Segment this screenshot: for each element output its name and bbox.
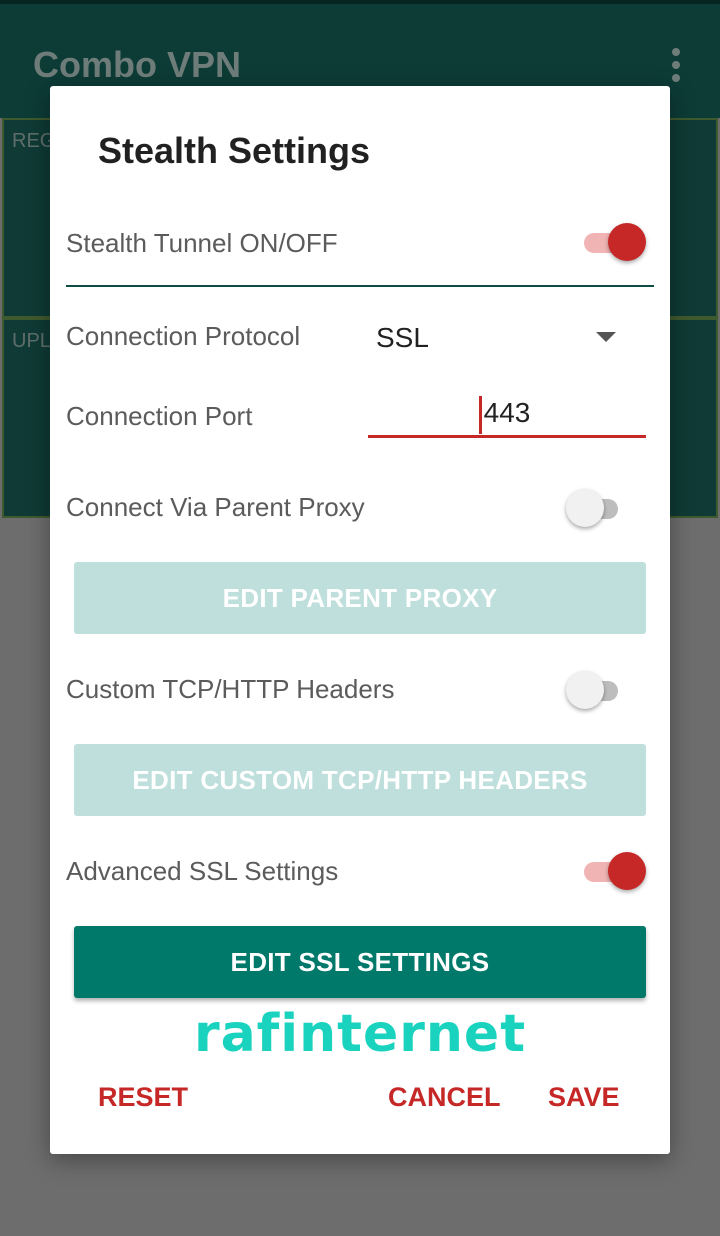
app-title: Combo VPN	[33, 44, 242, 85]
connection-protocol-label: Connection Protocol	[66, 321, 301, 351]
edit-ssl-settings-button[interactable]: EDIT SSL SETTINGS	[74, 926, 646, 998]
switch-thumb	[566, 671, 604, 709]
text-cursor	[479, 396, 482, 434]
parent-proxy-switch[interactable]	[566, 488, 620, 528]
stealth-tunnel-label: Stealth Tunnel ON/OFF	[66, 228, 338, 258]
advanced-ssl-label: Advanced SSL Settings	[66, 856, 339, 886]
dropdown-arrow-icon[interactable]	[596, 332, 616, 342]
switch-thumb	[608, 223, 646, 261]
more-vert-icon[interactable]	[670, 48, 682, 82]
protocol-select[interactable]: SSL	[376, 322, 429, 354]
edit-parent-proxy-button[interactable]: EDIT PARENT PROXY	[74, 562, 646, 634]
upload-panel-label: UPL	[12, 330, 51, 352]
custom-headers-label: Custom TCP/HTTP Headers	[66, 674, 395, 704]
reset-button[interactable]: RESET	[98, 1082, 188, 1113]
dialog-title: Stealth Settings	[98, 130, 371, 171]
region-panel-label: REG	[12, 130, 56, 152]
parent-proxy-label: Connect Via Parent Proxy	[66, 492, 365, 522]
stealth-settings-dialog: Stealth Settings Stealth Tunnel ON/OFF C…	[50, 86, 670, 1154]
cancel-button[interactable]: CANCEL	[388, 1082, 501, 1113]
custom-headers-switch[interactable]	[566, 670, 620, 710]
stealth-tunnel-switch[interactable]	[580, 222, 646, 262]
save-button[interactable]: SAVE	[548, 1082, 620, 1113]
connection-port-label: Connection Port	[66, 401, 253, 431]
switch-thumb	[608, 852, 646, 890]
edit-custom-headers-button[interactable]: EDIT CUSTOM TCP/HTTP HEADERS	[74, 744, 646, 816]
divider	[66, 285, 654, 287]
watermark-logo: rafinternet	[193, 1004, 527, 1064]
advanced-ssl-switch[interactable]	[580, 851, 646, 891]
switch-thumb	[566, 489, 604, 527]
port-input[interactable]	[368, 390, 646, 438]
